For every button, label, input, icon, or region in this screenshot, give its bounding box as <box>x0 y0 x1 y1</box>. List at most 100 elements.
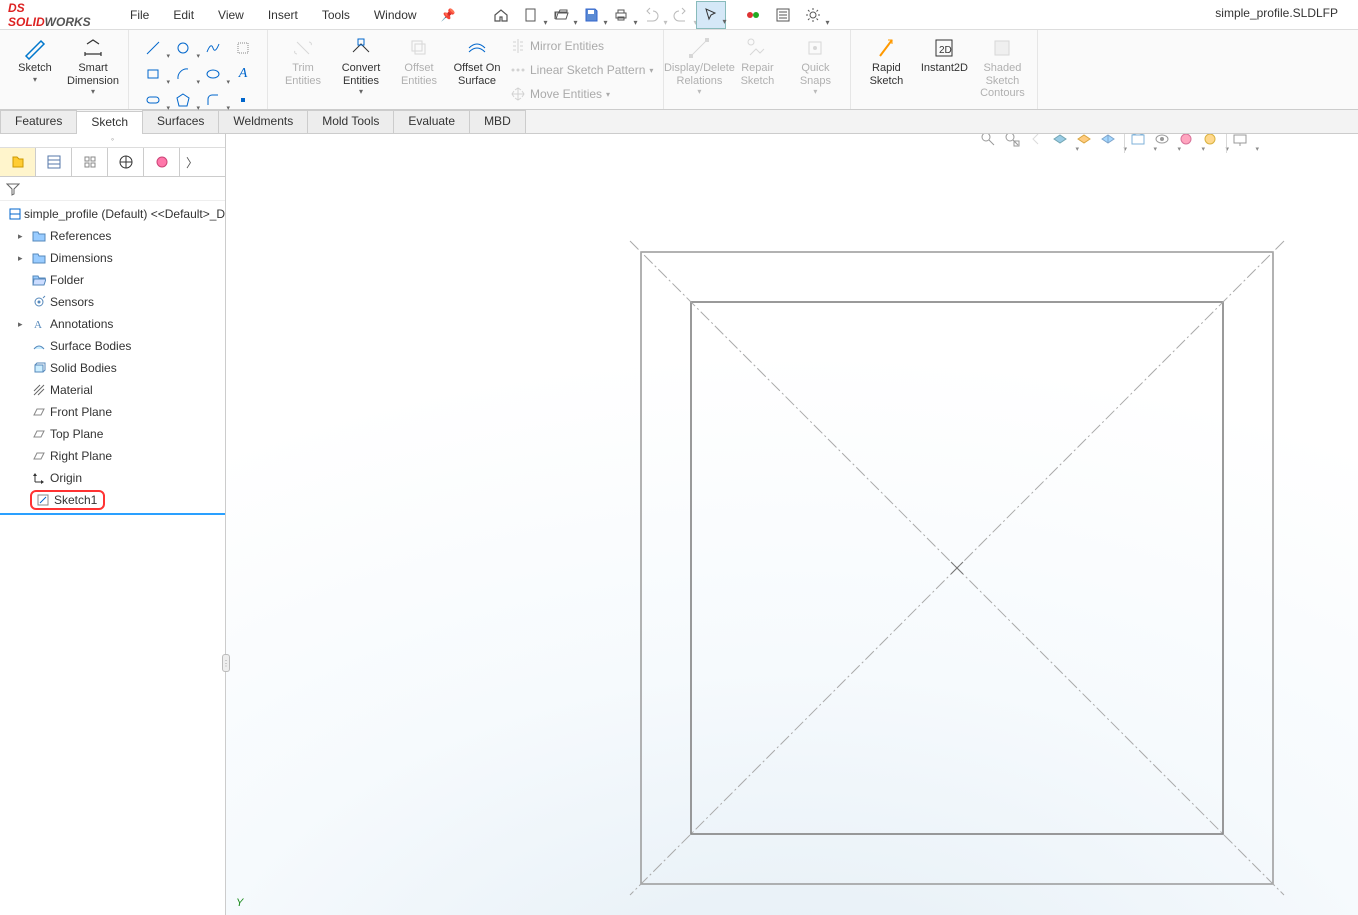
save-icon[interactable] <box>576 1 606 29</box>
tree-item-references[interactable]: ▸References <box>0 225 225 247</box>
menu-pin-icon[interactable]: 📌 <box>431 4 466 26</box>
traffic-light-icon[interactable] <box>738 1 768 29</box>
tab-sketch[interactable]: Sketch <box>76 111 143 134</box>
tree-item-origin[interactable]: Origin <box>0 467 225 489</box>
expand-tabs-icon[interactable]: 〉 <box>180 148 204 176</box>
line-icon[interactable] <box>139 36 167 60</box>
select-icon[interactable] <box>696 1 726 29</box>
smart-dimension-button[interactable]: Smart Dimension▾ <box>64 34 122 98</box>
ellipse-icon[interactable] <box>199 62 227 86</box>
menu-insert[interactable]: Insert <box>258 4 308 26</box>
funnel-icon <box>6 182 20 196</box>
tree-item-annotations[interactable]: ▸AAnnotations <box>0 313 225 335</box>
arc-icon[interactable] <box>169 62 197 86</box>
plane-icon <box>30 449 48 463</box>
feature-tree-tab-icon[interactable] <box>0 148 36 176</box>
tree-item-solid-bodies[interactable]: Solid Bodies <box>0 357 225 379</box>
region-icon[interactable] <box>229 36 257 60</box>
home-icon[interactable] <box>486 1 516 29</box>
property-tab-icon[interactable] <box>36 148 72 176</box>
tree-item-surface-bodies[interactable]: Surface Bodies <box>0 335 225 357</box>
open-icon[interactable] <box>546 1 576 29</box>
sketch-icon <box>34 493 52 507</box>
manager-tabs: 〉 <box>0 148 225 177</box>
rectangle-icon[interactable] <box>139 62 167 86</box>
feature-manager-panel: ◦ 〉 simple_profile (Default) <<Default>_… <box>0 134 226 915</box>
sketch-geometry <box>226 134 1358 915</box>
tab-features[interactable]: Features <box>0 110 77 133</box>
repair-sketch-button[interactable]: Repair Sketch <box>728 34 786 89</box>
svg-text:2D: 2D <box>939 45 952 56</box>
rapid-sketch-button[interactable]: Rapid Sketch <box>857 34 915 89</box>
tab-evaluate[interactable]: Evaluate <box>393 110 470 133</box>
print-icon[interactable] <box>606 1 636 29</box>
tree-item-sketch1[interactable]: Sketch1 <box>0 489 225 511</box>
point-icon[interactable] <box>229 88 257 112</box>
quick-access-toolbar <box>486 1 828 29</box>
command-tabs: Features Sketch Surfaces Weldments Mold … <box>0 110 1358 134</box>
part-icon <box>8 207 22 221</box>
settings-gear-icon[interactable] <box>798 1 828 29</box>
menu-window[interactable]: Window <box>364 4 427 26</box>
dimxpert-tab-icon[interactable] <box>108 148 144 176</box>
config-tab-icon[interactable] <box>72 148 108 176</box>
folder-open-icon <box>30 273 48 287</box>
options-list-icon[interactable] <box>768 1 798 29</box>
tree-item-dimensions[interactable]: ▸Dimensions <box>0 247 225 269</box>
tab-moldtools[interactable]: Mold Tools <box>307 110 394 133</box>
tree-item-sensors[interactable]: Sensors <box>0 291 225 313</box>
text-icon[interactable]: A <box>229 62 257 86</box>
trim-entities-button[interactable]: Trim Entities <box>274 34 332 89</box>
tree-item-label: Annotations <box>48 317 113 331</box>
plane-icon <box>30 405 48 419</box>
polygon-icon[interactable] <box>169 88 197 112</box>
offset-on-surface-button[interactable]: Offset On Surface <box>448 34 506 89</box>
tree-item-right-plane[interactable]: Right Plane <box>0 445 225 467</box>
instant2d-button[interactable]: 2D Instant2D <box>915 34 973 77</box>
undo-icon[interactable] <box>636 1 666 29</box>
panel-splitter[interactable]: ⋮ <box>222 654 230 672</box>
slot-icon[interactable] <box>139 88 167 112</box>
tree-item-label: Front Plane <box>48 405 112 419</box>
shaded-contours-button[interactable]: Shaded Sketch Contours <box>973 34 1031 102</box>
chevron-icon: ▸ <box>18 231 30 242</box>
fillet-icon[interactable] <box>199 88 227 112</box>
tree-filter[interactable] <box>0 177 225 201</box>
linear-pattern-button[interactable]: Linear Sketch Pattern▾ <box>506 58 657 82</box>
offset-entities-button[interactable]: Offset Entities <box>390 34 448 89</box>
menu-tools[interactable]: Tools <box>312 4 360 26</box>
folder-icon <box>30 251 48 265</box>
menu-bar: File Edit View Insert Tools Window 📌 <box>120 4 466 26</box>
menu-file[interactable]: File <box>120 4 159 26</box>
move-entities-button[interactable]: Move Entities▾ <box>506 82 657 106</box>
tree-item-front-plane[interactable]: Front Plane <box>0 401 225 423</box>
circle-icon[interactable] <box>169 36 197 60</box>
quick-snaps-button[interactable]: Quick Snaps▾ <box>786 34 844 98</box>
tree-item-folder[interactable]: Folder <box>0 269 225 291</box>
tab-mbd[interactable]: MBD <box>469 110 526 133</box>
tree-item-top-plane[interactable]: Top Plane <box>0 423 225 445</box>
tab-weldments[interactable]: Weldments <box>218 110 308 133</box>
tab-surfaces[interactable]: Surfaces <box>142 110 219 133</box>
spline-icon[interactable] <box>199 36 227 60</box>
tree-item-material-not-specified-[interactable]: Material <box>0 379 225 401</box>
tree-item-label: Right Plane <box>48 449 112 463</box>
tree-root[interactable]: simple_profile (Default) <<Default>_D <box>0 203 225 225</box>
convert-entities-button[interactable]: Convert Entities▾ <box>332 34 390 98</box>
surface-icon <box>30 339 48 353</box>
graphics-area[interactable]: Y <box>226 134 1358 915</box>
menu-edit[interactable]: Edit <box>163 4 204 26</box>
panel-grip[interactable]: ◦ <box>0 134 225 148</box>
tree-item-label: Sensors <box>48 295 94 309</box>
tree-end-marker <box>0 513 225 515</box>
folder-icon <box>30 229 48 243</box>
tree-item-label: Solid Bodies <box>48 361 117 375</box>
display-tab-icon[interactable] <box>144 148 180 176</box>
mirror-entities-button[interactable]: Mirror Entities <box>506 34 657 58</box>
redo-icon[interactable] <box>666 1 696 29</box>
sketch-button[interactable]: Sketch▾ <box>6 34 64 86</box>
menu-view[interactable]: View <box>208 4 254 26</box>
ribbon: Sketch▾ Smart Dimension▾ A Trim Entities <box>0 30 1358 110</box>
new-icon[interactable] <box>516 1 546 29</box>
display-delete-relations-button[interactable]: Display/Delete Relations▾ <box>670 34 728 98</box>
